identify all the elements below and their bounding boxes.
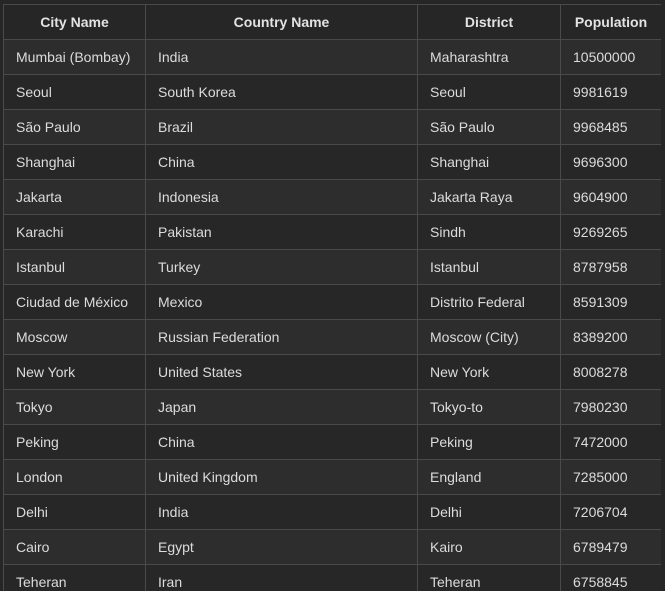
country-name-cell: Russian Federation bbox=[145, 319, 418, 355]
column-header-city-name[interactable]: City Name bbox=[3, 4, 146, 40]
population-cell: 6758845 bbox=[560, 564, 661, 591]
district-cell: New York bbox=[417, 354, 561, 390]
city-name-cell: Istanbul bbox=[3, 249, 146, 285]
table-row[interactable]: Istanbul Turkey Istanbul 8787958 bbox=[3, 249, 661, 285]
column-header-population[interactable]: Population bbox=[560, 4, 661, 40]
city-table: City Name Country Name District Populati… bbox=[3, 4, 661, 591]
table-row[interactable]: Teheran Iran Teheran 6758845 bbox=[3, 564, 661, 591]
population-cell: 9968485 bbox=[560, 109, 661, 145]
country-name-cell: Iran bbox=[145, 564, 418, 591]
population-cell: 8787958 bbox=[560, 249, 661, 285]
population-cell: 7980230 bbox=[560, 389, 661, 425]
population-cell: 8389200 bbox=[560, 319, 661, 355]
city-name-cell: São Paulo bbox=[3, 109, 146, 145]
city-name-cell: Tokyo bbox=[3, 389, 146, 425]
country-name-cell: Mexico bbox=[145, 284, 418, 320]
population-cell: 7285000 bbox=[560, 459, 661, 495]
country-name-cell: Japan bbox=[145, 389, 418, 425]
city-table-container: City Name Country Name District Populati… bbox=[3, 4, 661, 591]
table-row[interactable]: São Paulo Brazil São Paulo 9968485 bbox=[3, 109, 661, 145]
district-cell: Jakarta Raya bbox=[417, 179, 561, 215]
country-name-cell: Turkey bbox=[145, 249, 418, 285]
table-row[interactable]: Delhi India Delhi 7206704 bbox=[3, 494, 661, 530]
country-name-cell: India bbox=[145, 39, 418, 75]
district-cell: Moscow (City) bbox=[417, 319, 561, 355]
country-name-cell: United Kingdom bbox=[145, 459, 418, 495]
table-row[interactable]: Seoul South Korea Seoul 9981619 bbox=[3, 74, 661, 110]
table-row[interactable]: Mumbai (Bombay) India Maharashtra 10500000 bbox=[3, 39, 661, 75]
population-cell: 10500000 bbox=[560, 39, 661, 75]
city-name-cell: London bbox=[3, 459, 146, 495]
population-cell: 9696300 bbox=[560, 144, 661, 180]
country-name-cell: Indonesia bbox=[145, 179, 418, 215]
country-name-cell: Pakistan bbox=[145, 214, 418, 250]
country-name-cell: Egypt bbox=[145, 529, 418, 565]
table-body: Mumbai (Bombay) India Maharashtra 10500000 S… bbox=[3, 39, 661, 591]
population-cell: 8008278 bbox=[560, 354, 661, 390]
column-header-country-name[interactable]: Country Name bbox=[145, 4, 418, 40]
population-cell: 7472000 bbox=[560, 424, 661, 460]
population-cell: 7206704 bbox=[560, 494, 661, 530]
city-name-cell: Karachi bbox=[3, 214, 146, 250]
column-header-district[interactable]: District bbox=[417, 4, 561, 40]
country-name-cell: United States bbox=[145, 354, 418, 390]
district-cell: São Paulo bbox=[417, 109, 561, 145]
city-name-cell: Seoul bbox=[3, 74, 146, 110]
table-row[interactable]: Tokyo Japan Tokyo-to 7980230 bbox=[3, 389, 661, 425]
city-name-cell: Ciudad de México bbox=[3, 284, 146, 320]
country-name-cell: China bbox=[145, 144, 418, 180]
table-row[interactable]: London United Kingdom England 7285000 bbox=[3, 459, 661, 495]
district-cell: Tokyo-to bbox=[417, 389, 561, 425]
table-header: City Name Country Name District Populati… bbox=[3, 4, 661, 40]
population-cell: 9269265 bbox=[560, 214, 661, 250]
country-name-cell: India bbox=[145, 494, 418, 530]
city-name-cell: Shanghai bbox=[3, 144, 146, 180]
city-name-cell: Delhi bbox=[3, 494, 146, 530]
district-cell: Teheran bbox=[417, 564, 561, 591]
header-row: City Name Country Name District Populati… bbox=[3, 4, 661, 40]
district-cell: Seoul bbox=[417, 74, 561, 110]
city-name-cell: Mumbai (Bombay) bbox=[3, 39, 146, 75]
table-row[interactable]: Ciudad de México Mexico Distrito Federal 85… bbox=[3, 284, 661, 320]
district-cell: England bbox=[417, 459, 561, 495]
district-cell: Delhi bbox=[417, 494, 561, 530]
district-cell: Peking bbox=[417, 424, 561, 460]
district-cell: Maharashtra bbox=[417, 39, 561, 75]
table-row[interactable]: Jakarta Indonesia Jakarta Raya 9604900 bbox=[3, 179, 661, 215]
district-cell: Kairo bbox=[417, 529, 561, 565]
city-name-cell: Teheran bbox=[3, 564, 146, 591]
city-name-cell: Peking bbox=[3, 424, 146, 460]
table-row[interactable]: Shanghai China Shanghai 9696300 bbox=[3, 144, 661, 180]
city-name-cell: Cairo bbox=[3, 529, 146, 565]
population-cell: 9981619 bbox=[560, 74, 661, 110]
country-name-cell: South Korea bbox=[145, 74, 418, 110]
population-cell: 8591309 bbox=[560, 284, 661, 320]
city-name-cell: New York bbox=[3, 354, 146, 390]
table-row[interactable]: Peking China Peking 7472000 bbox=[3, 424, 661, 460]
table-row[interactable]: New York United States New York 8008278 bbox=[3, 354, 661, 390]
district-cell: Shanghai bbox=[417, 144, 561, 180]
table-row[interactable]: Moscow Russian Federation Moscow (City) 838… bbox=[3, 319, 661, 355]
district-cell: Istanbul bbox=[417, 249, 561, 285]
population-cell: 9604900 bbox=[560, 179, 661, 215]
district-cell: Sindh bbox=[417, 214, 561, 250]
city-name-cell: Moscow bbox=[3, 319, 146, 355]
country-name-cell: Brazil bbox=[145, 109, 418, 145]
district-cell: Distrito Federal bbox=[417, 284, 561, 320]
table-row[interactable]: Karachi Pakistan Sindh 9269265 bbox=[3, 214, 661, 250]
population-cell: 6789479 bbox=[560, 529, 661, 565]
table-row[interactable]: Cairo Egypt Kairo 6789479 bbox=[3, 529, 661, 565]
city-name-cell: Jakarta bbox=[3, 179, 146, 215]
country-name-cell: China bbox=[145, 424, 418, 460]
